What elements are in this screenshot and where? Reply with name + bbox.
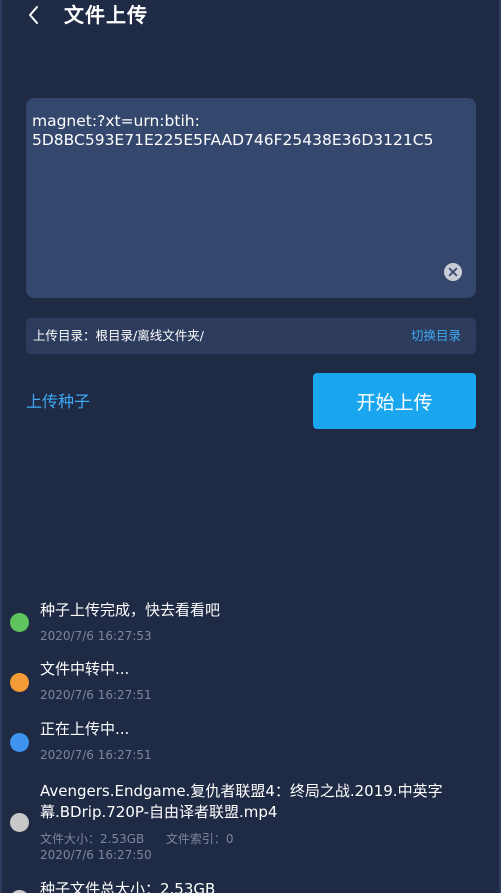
start-upload-button[interactable]: 开始上传 [313,373,476,429]
status-dot [10,733,29,752]
page-title: 文件上传 [64,3,148,27]
file-size-text: 文件大小：2.53GB [40,832,145,846]
timeline-item-time: 2020/7/6 16:27:50 [40,848,152,862]
upload-seed-link[interactable]: 上传种子 [26,390,90,414]
timeline-item-title: 种子上传完成，快去看看吧 [40,601,221,619]
timeline-item-title: Avengers.Endgame.复仇者联盟4：终局之战.2019.中英字幕.B… [40,782,443,821]
timeline-item: 文件中转中... 2020/7/6 16:27:51 [0,659,501,707]
timeline-item-title: 正在上传中... [40,720,130,738]
timeline-item: Avengers.Endgame.复仇者联盟4：终局之战.2019.中英字幕.B… [0,781,501,867]
timeline-item-title: 文件中转中... [40,660,130,678]
upload-directory-label: 上传目录：根目录/离线文件夹/ [33,328,204,343]
file-index-text: 文件索引：0 [165,832,234,846]
switch-directory-link[interactable]: 切换目录 [411,318,461,354]
chevron-left-icon[interactable] [22,2,46,28]
status-dot [10,673,29,692]
close-circle-icon[interactable] [444,263,462,281]
timeline-item: 种子文件总大小：2.53GB [0,879,501,893]
timeline-item-meta: 文件大小：2.53GB 文件索引：0 [40,832,234,847]
timeline-item: 种子上传完成，快去看看吧 2020/7/6 16:27:53 [0,600,501,648]
status-dot [10,613,29,632]
timeline-item-title: 种子文件总大小：2.53GB [40,880,216,893]
timeline-item-time: 2020/7/6 16:27:51 [40,748,152,762]
magnet-link-value[interactable]: magnet:?xt=urn:btih: 5D8BC593E71E225E5FAA… [32,112,462,150]
timeline-item: 正在上传中... 2020/7/6 16:27:51 [0,719,501,767]
upload-directory-bar: 上传目录：根目录/离线文件夹/ 切换目录 [26,318,476,354]
magnet-link-textarea[interactable]: magnet:?xt=urn:btih: 5D8BC593E71E225E5FAA… [26,98,476,298]
app-header: 文件上传 [0,0,501,32]
status-dot [10,813,29,832]
timeline-item-time: 2020/7/6 16:27:53 [40,629,152,643]
timeline-item-time: 2020/7/6 16:27:51 [40,688,152,702]
